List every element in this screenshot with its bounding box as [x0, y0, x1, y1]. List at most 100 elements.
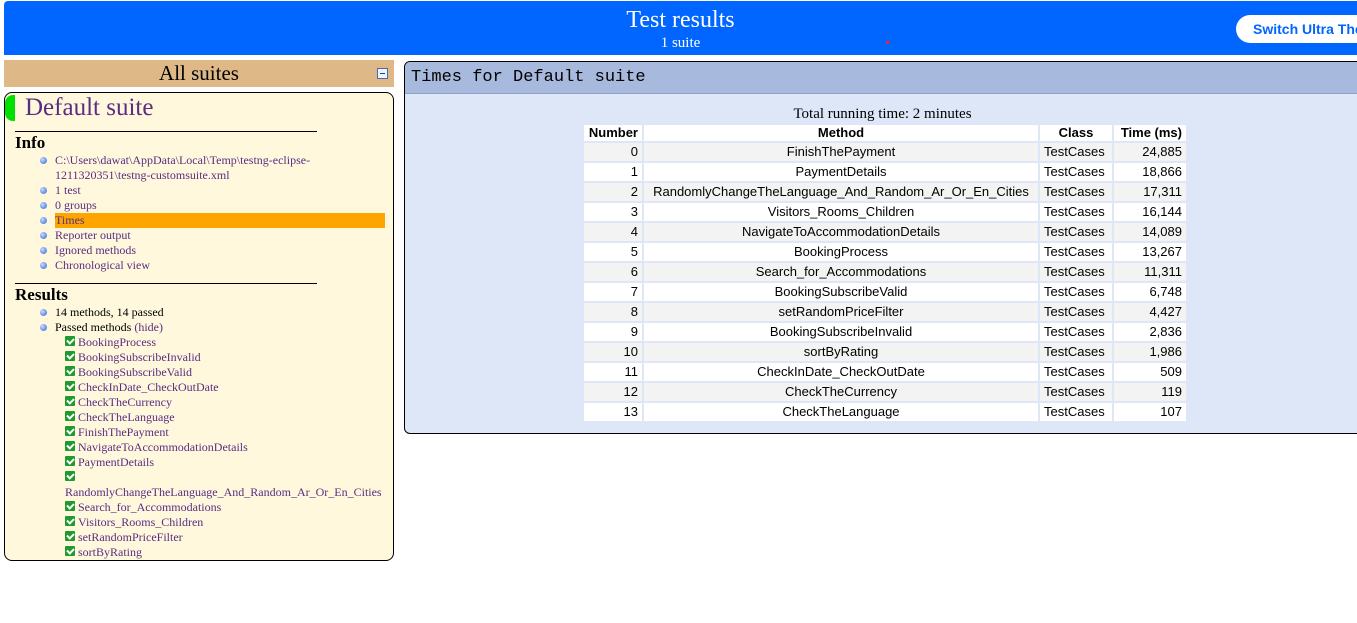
groups-count-text: 0 groups [55, 198, 97, 212]
tests-count-text: 1 test [55, 183, 81, 197]
cell-method: CheckInDate_CheckOutDate [644, 363, 1038, 381]
cell-number: 12 [584, 383, 642, 401]
passed-method-item[interactable]: BookingProcess [65, 335, 156, 350]
table-row: 5 BookingProcess TestCases 13,267 [584, 243, 1186, 261]
results-title: Results [15, 285, 68, 304]
cell-number: 2 [584, 183, 642, 201]
cell-time: 4,427 [1114, 303, 1186, 321]
passed-method-label: CheckTheLanguage [78, 410, 175, 424]
passed-method-item[interactable]: Visitors_Rooms_Children [65, 515, 203, 530]
col-number[interactable]: Number [584, 125, 642, 141]
cell-number: 13 [584, 403, 642, 421]
cell-time: 14,089 [1114, 223, 1186, 241]
cell-class: TestCases [1040, 343, 1112, 361]
bullet-icon [40, 309, 47, 316]
table-row: 3 Visitors_Rooms_Children TestCases 16,144 [584, 203, 1186, 221]
info-suite-path[interactable]: C:\Users\dawat\AppData\Local\Temp\testng… [40, 153, 385, 183]
passed-method-item[interactable]: Search_for_Accommodations [65, 500, 221, 515]
passed-method-label: Visitors_Rooms_Children [78, 515, 204, 529]
passed-method-item[interactable]: NavigateToAccommodationDetails [65, 440, 248, 455]
passed-method-label: PaymentDetails [78, 455, 154, 469]
suite-name[interactable]: Default suite [25, 93, 153, 123]
pass-check-icon [65, 471, 75, 481]
info-ignored-methods-link[interactable]: Ignored methods [40, 243, 385, 258]
passed-method-label: RandomlyChangeTheLanguage_And_Random_Ar_… [65, 485, 382, 499]
passed-method-item[interactable]: CheckTheCurrency [65, 395, 172, 410]
cell-number: 6 [584, 263, 642, 281]
times-table: Number Method Class Time (ms) 0 FinishThe… [582, 123, 1188, 423]
cell-method: BookingSubscribeValid [644, 283, 1038, 301]
passed-method-item[interactable]: CheckTheLanguage [65, 410, 175, 425]
passed-method-item[interactable]: BookingSubscribeInvalid [65, 350, 201, 365]
table-row: 2 RandomlyChangeTheLanguage_And_Random_Ar… [584, 183, 1186, 201]
cell-time: 11,311 [1114, 263, 1186, 281]
col-time[interactable]: Time (ms) [1114, 125, 1186, 141]
cell-method: Search_for_Accommodations [644, 263, 1038, 281]
col-method[interactable]: Method [644, 125, 1038, 141]
cell-time: 16,144 [1114, 203, 1186, 221]
passed-method-item[interactable]: BookingSubscribeValid [65, 365, 192, 380]
passed-method-item[interactable]: CheckInDate_CheckOutDate [65, 380, 219, 395]
passed-method-label: setRandomPriceFilter [78, 530, 183, 544]
cell-number: 3 [584, 203, 642, 221]
cell-class: TestCases [1040, 163, 1112, 181]
all-suites-header: All suites [4, 60, 394, 87]
cell-method: Visitors_Rooms_Children [644, 203, 1038, 221]
collapse-icon[interactable] [377, 68, 388, 79]
cell-time: 509 [1114, 363, 1186, 381]
pass-check-icon [65, 381, 75, 391]
suite-panel: Default suite Info C:\Users\dawat\AppDat… [4, 92, 394, 561]
info-reporter-output-link[interactable]: Reporter output [40, 228, 385, 243]
table-row: 13 CheckTheLanguage TestCases 107 [584, 403, 1186, 421]
info-chronological-view-link[interactable]: Chronological view [40, 258, 385, 273]
cell-class: TestCases [1040, 203, 1112, 221]
bullet-icon [40, 217, 47, 224]
pass-check-icon [65, 336, 75, 346]
cell-time: 1,986 [1114, 343, 1186, 361]
info-times-link[interactable]: Times [40, 213, 385, 228]
chronological-view-text: Chronological view [55, 258, 150, 272]
switch-theme-button[interactable]: Switch Ultra Theme [1236, 15, 1357, 43]
passed-methods-label: Passed methods [55, 320, 132, 334]
col-class[interactable]: Class [1040, 125, 1112, 141]
cell-time: 17,311 [1114, 183, 1186, 201]
cell-number: 10 [584, 343, 642, 361]
bullet-icon [40, 157, 47, 164]
info-groups[interactable]: 0 groups [40, 198, 385, 213]
cell-time: 24,885 [1114, 143, 1186, 161]
table-row: 8 setRandomPriceFilter TestCases 4,427 [584, 303, 1186, 321]
passed-method-item[interactable]: setRandomPriceFilter [65, 530, 183, 545]
cell-method: CheckTheLanguage [644, 403, 1038, 421]
passed-method-label: NavigateToAccommodationDetails [78, 440, 248, 454]
cell-method: FinishThePayment [644, 143, 1038, 161]
passed-method-item[interactable]: PaymentDetails [65, 455, 154, 470]
hide-link[interactable]: (hide) [134, 320, 163, 334]
cell-method: PaymentDetails [644, 163, 1038, 181]
times-link-text: Times [55, 213, 85, 227]
all-suites-title: All suites [159, 61, 239, 85]
suite-status-marker [5, 95, 15, 121]
passed-method-item[interactable]: RandomlyChangeTheLanguage_And_Random_Ar_… [65, 470, 382, 500]
passed-method-item[interactable]: FinishThePayment [65, 425, 169, 440]
cell-method: BookingProcess [644, 243, 1038, 261]
header-bar: Test results 1 suite [4, 1, 1357, 55]
table-row: 7 BookingSubscribeValid TestCases 6,748 [584, 283, 1186, 301]
divider [15, 131, 317, 132]
bullet-icon [40, 187, 47, 194]
passed-methods-header: Passed methods (hide) [40, 320, 385, 335]
table-row: 4 NavigateToAccommodationDetails TestCases… [584, 223, 1186, 241]
cell-class: TestCases [1040, 283, 1112, 301]
cell-time: 6,748 [1114, 283, 1186, 301]
pass-check-icon [65, 516, 75, 526]
table-row: 12 CheckTheCurrency TestCases 119 [584, 383, 1186, 401]
cell-number: 9 [584, 323, 642, 341]
suite-path-text: C:\Users\dawat\AppData\Local\Temp\testng… [55, 153, 311, 182]
passed-method-item[interactable]: sortByRating [65, 545, 142, 560]
divider [15, 283, 317, 284]
table-row: 1 PaymentDetails TestCases 18,866 [584, 163, 1186, 181]
table-row: 11 CheckInDate_CheckOutDate TestCases 509 [584, 363, 1186, 381]
passed-method-label: FinishThePayment [78, 425, 169, 439]
info-tests[interactable]: 1 test [40, 183, 385, 198]
pass-check-icon [65, 501, 75, 511]
cell-class: TestCases [1040, 403, 1112, 421]
